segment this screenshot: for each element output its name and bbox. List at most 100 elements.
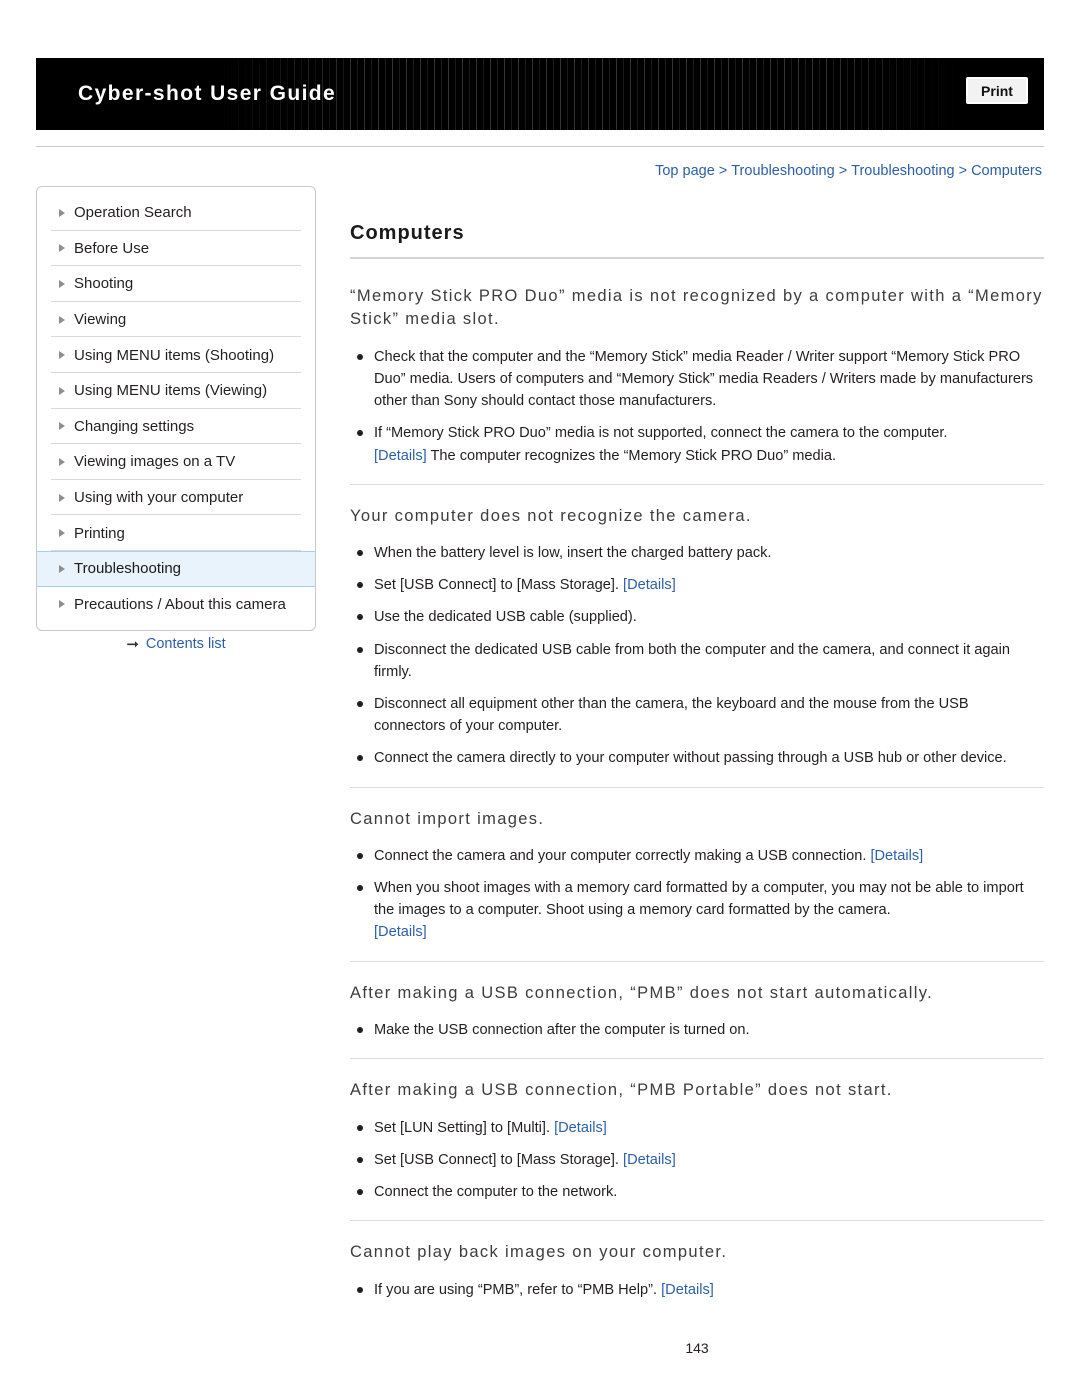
section-divider	[350, 483, 1044, 485]
arrow-right-icon: ➞	[126, 635, 139, 653]
sidebar-item-label: Using MENU items (Shooting)	[74, 346, 275, 364]
contents-list-link[interactable]: ➞ Contents list	[36, 636, 316, 652]
triangle-right-icon	[59, 208, 65, 217]
details-link[interactable]: [Details]	[870, 848, 923, 864]
bullet-text: Connect the camera and your computer cor…	[374, 847, 867, 864]
sidebar-item-label: Changing settings	[74, 417, 195, 435]
sidebar-item-operation-search[interactable]: Operation Search	[37, 195, 315, 231]
triangle-right-icon	[59, 244, 65, 253]
section-divider	[350, 786, 1044, 788]
page-number: 143	[685, 1340, 709, 1356]
details-link[interactable]: [Details]	[623, 1152, 676, 1168]
list-item: If “Memory Stick PRO Duo” media is not s…	[350, 422, 1044, 466]
bullet-text: If “Memory Stick PRO Duo” media is not s…	[374, 425, 948, 442]
details-link[interactable]: [Details]	[661, 1282, 714, 1298]
bullet-text: If you are using “PMB”, refer to “PMB He…	[374, 1281, 658, 1298]
sidebar-item-label: Printing	[74, 524, 125, 542]
breadcrumb-item-troubleshooting[interactable]: Troubleshooting	[731, 163, 834, 179]
section-heading: Cannot play back images on your computer…	[350, 1243, 728, 1262]
section-divider	[350, 960, 1044, 962]
list-item: If you are using “PMB”, refer to “PMB He…	[350, 1279, 1044, 1301]
list-item: Set [USB Connect] to [Mass Storage]. [De…	[350, 1149, 1044, 1171]
section-heading: Cannot import images.	[350, 809, 545, 828]
bullet-text: When you shoot images with a memory card…	[374, 880, 1024, 919]
triangle-right-icon	[59, 315, 65, 324]
sidebar-item-using-menu-items-viewing[interactable]: Using MENU items (Viewing)	[37, 373, 315, 409]
sidebar-item-viewing[interactable]: Viewing	[37, 302, 315, 338]
details-link[interactable]: [Details]	[554, 1120, 607, 1136]
list-item: Use the dedicated USB cable (supplied).	[350, 606, 1044, 628]
sidebar-item-viewing-images-on-a-tv[interactable]: Viewing images on a TV	[37, 444, 315, 480]
section-pmb-portable-does-not-start: After making a USB connection, “PMB Port…	[350, 1079, 1044, 1203]
bullet-text: Check that the computer and the “Memory …	[374, 348, 1034, 410]
list-item: Disconnect all equipment other than the …	[350, 693, 1044, 737]
print-button[interactable]: Print	[966, 77, 1028, 104]
bullet-list: Connect the camera and your computer cor…	[350, 845, 1044, 944]
triangle-right-icon	[59, 493, 65, 502]
bullet-text: When the battery level is low, insert th…	[374, 545, 772, 562]
section-cannot-play-back-images: Cannot play back images on your computer…	[350, 1241, 1044, 1301]
sidebar-item-label: Precautions / About this camera	[74, 595, 286, 613]
bullet-text: Set [LUN Setting] to [Multi].	[374, 1119, 551, 1136]
bullet-list: Make the USB connection after the comput…	[350, 1019, 1044, 1041]
bullet-list: Check that the computer and the “Memory …	[350, 346, 1044, 467]
breadcrumb-item-computers[interactable]: Computers	[971, 163, 1042, 179]
sidebar-item-label: Operation Search	[74, 204, 192, 222]
bullet-text: Disconnect the dedicated USB cable from …	[374, 641, 1011, 680]
list-item: Connect the computer to the network.	[350, 1181, 1044, 1203]
list-item: Disconnect the dedicated USB cable from …	[350, 639, 1044, 683]
breadcrumb-separator: >	[838, 163, 848, 179]
triangle-right-icon	[59, 457, 65, 466]
bullet-text: Set [USB Connect] to [Mass Storage].	[374, 1151, 619, 1168]
list-item: Connect the camera directly to your comp…	[350, 747, 1044, 769]
breadcrumb-item-top-page[interactable]: Top page	[655, 163, 715, 179]
section-cannot-import-images: Cannot import images. Connect the camera…	[350, 808, 1044, 944]
list-item: Set [LUN Setting] to [Multi]. [Details]	[350, 1117, 1044, 1139]
triangle-right-icon	[59, 351, 65, 360]
page-title: Computers	[350, 222, 465, 244]
sidebar-item-precautions-about-this-camera[interactable]: Precautions / About this camera	[37, 587, 315, 623]
bullet-text-after: The computer recognizes the “Memory Stic…	[430, 447, 837, 464]
bullet-text: Connect the camera directly to your comp…	[374, 750, 1007, 767]
section-heading: “Memory Stick PRO Duo” media is not reco…	[350, 287, 1043, 329]
sidebar-item-using-menu-items-shooting[interactable]: Using MENU items (Shooting)	[37, 337, 315, 373]
contents-list-label: Contents list	[145, 636, 226, 652]
breadcrumb: Top page > Troubleshooting > Troubleshooting…	[655, 163, 1042, 179]
details-link[interactable]: [Details]	[374, 924, 427, 940]
sidebar-item-label: Troubleshooting	[74, 560, 182, 578]
sidebar-item-printing[interactable]: Printing	[37, 515, 315, 551]
sidebar-item-troubleshooting[interactable]: Troubleshooting	[37, 550, 315, 587]
triangle-right-icon	[59, 529, 65, 538]
bullet-text: Use the dedicated USB cable (supplied).	[374, 609, 637, 626]
section-heading: After making a USB connection, “PMB Port…	[350, 1081, 893, 1100]
sidebar-item-label: Shooting	[74, 275, 134, 293]
bullet-text: Disconnect all equipment other than the …	[374, 695, 969, 735]
list-item: Connect the camera and your computer cor…	[350, 845, 1044, 867]
sidebar-item-using-with-your-computer[interactable]: Using with your computer	[37, 480, 315, 516]
list-item: When the battery level is low, insert th…	[350, 542, 1044, 564]
breadcrumb-separator: >	[958, 163, 968, 179]
section-heading: After making a USB connection, “PMB” doe…	[350, 983, 934, 1002]
sidebar-item-label: Using MENU items (Viewing)	[74, 382, 268, 400]
sidebar-item-before-use[interactable]: Before Use	[37, 231, 315, 267]
triangle-right-icon	[59, 386, 65, 395]
header-banner: Cyber-shot User Guide Print	[36, 58, 1044, 130]
list-item: When you shoot images with a memory card…	[350, 877, 1044, 944]
details-link[interactable]: [Details]	[623, 577, 676, 593]
triangle-right-icon	[59, 279, 65, 288]
section-divider	[350, 1220, 1044, 1222]
sidebar-item-shooting[interactable]: Shooting	[37, 266, 315, 302]
section-memory-stick-not-recognized: “Memory Stick PRO Duo” media is not reco…	[350, 285, 1044, 467]
list-item: Make the USB connection after the comput…	[350, 1019, 1044, 1041]
bullet-text: Connect the computer to the network.	[374, 1183, 618, 1200]
section-pmb-does-not-start-automatically: After making a USB connection, “PMB” doe…	[350, 982, 1044, 1042]
section-computer-does-not-recognize-camera: Your computer does not recognize the cam…	[350, 505, 1044, 770]
breadcrumb-item-troubleshooting-sub[interactable]: Troubleshooting	[851, 163, 954, 179]
sidebar-item-changing-settings[interactable]: Changing settings	[37, 409, 315, 445]
triangle-right-icon	[59, 600, 65, 609]
title-divider	[350, 257, 1044, 259]
guide-title: Cyber-shot User Guide	[78, 82, 337, 105]
sidebar-item-label: Using with your computer	[74, 489, 244, 507]
details-link[interactable]: [Details]	[374, 448, 427, 464]
list-item: Check that the computer and the “Memory …	[350, 346, 1044, 413]
